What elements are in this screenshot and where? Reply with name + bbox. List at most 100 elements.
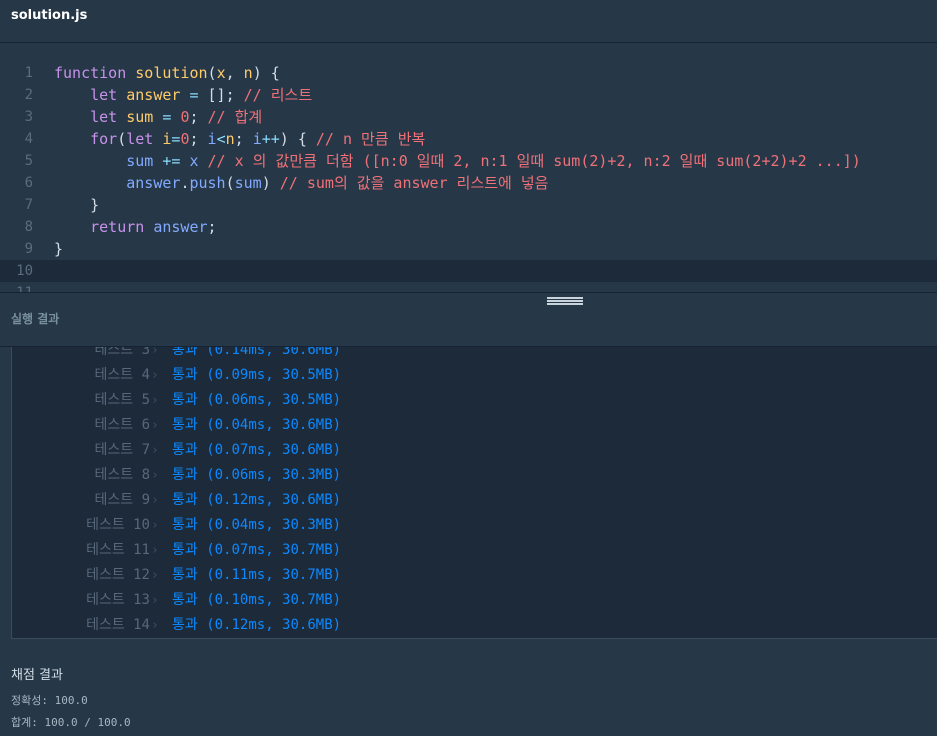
chevron-right-icon: › <box>151 347 159 358</box>
test-result-row[interactable]: 테스트 5 › 통과 (0.06ms, 30.5MB) <box>12 388 932 413</box>
code-token: x <box>189 152 199 170</box>
line-number: 11 <box>0 282 33 292</box>
code-token: i <box>252 130 262 148</box>
code-token: = <box>153 108 181 126</box>
code-token: let <box>90 86 127 104</box>
code-line[interactable]: 4 for(let i=0; i<n; i++) { // n 만큼 반복 <box>0 128 937 150</box>
code-editor[interactable]: 1 function solution(x, n) {2 let answer =… <box>0 43 937 292</box>
code-token: n <box>243 64 253 82</box>
code-text: } <box>54 194 99 216</box>
code-token: n <box>225 130 235 148</box>
total-score: 합계: 100.0 / 100.0 <box>11 716 131 729</box>
test-result-row[interactable]: 테스트 3 › 통과 (0.14ms, 30.6MB) <box>12 347 932 363</box>
chevron-right-icon: › <box>151 493 159 508</box>
file-tab-title[interactable]: solution.js <box>11 8 87 23</box>
test-result-row[interactable]: 테스트 10 › 통과 (0.04ms, 30.3MB) <box>12 513 932 538</box>
code-token: // 리스트 <box>243 86 313 104</box>
code-token: solution <box>135 64 208 82</box>
code-token: x <box>216 64 226 82</box>
panel-resize-handle[interactable] <box>0 292 937 307</box>
code-token: < <box>216 130 226 148</box>
test-result-text: 통과 (0.07ms, 30.6MB) <box>172 442 342 458</box>
chevron-right-icon: › <box>151 618 159 633</box>
code-token: // sum의 값을 answer 리스트에 넣음 <box>279 174 549 192</box>
results-header: 실행 결과 <box>0 306 937 347</box>
code-text: answer.push(sum) // sum의 값을 answer 리스트에 … <box>54 172 548 194</box>
code-line[interactable]: 1 function solution(x, n) { <box>0 62 937 84</box>
test-result-row[interactable]: 테스트 4 › 통과 (0.09ms, 30.5MB) <box>12 363 932 388</box>
code-token: ( <box>117 130 127 148</box>
test-result-row[interactable]: 테스트 7 › 통과 (0.07ms, 30.6MB) <box>12 438 932 463</box>
line-number: 10 <box>16 263 33 279</box>
test-label: 테스트 9 <box>94 492 151 508</box>
test-label: 테스트 3 <box>94 347 151 358</box>
code-token: let <box>90 108 127 126</box>
test-result-row[interactable]: 테스트 11 › 통과 (0.07ms, 30.7MB) <box>12 538 932 563</box>
test-result-row[interactable]: 테스트 14 › 통과 (0.12ms, 30.6MB) <box>12 613 932 638</box>
code-line[interactable]: 3 let sum = 0; // 합계 <box>0 106 937 128</box>
test-label: 테스트 13 <box>86 592 150 608</box>
code-line[interactable]: 7 } <box>0 194 937 216</box>
test-result-row[interactable]: 테스트 8 › 통과 (0.06ms, 30.3MB) <box>12 463 932 488</box>
code-token: // n 만큼 반복 <box>315 130 426 148</box>
test-label: 테스트 12 <box>86 567 150 583</box>
code-token: sum <box>126 152 154 170</box>
code-text: function solution(x, n) { <box>54 62 280 84</box>
code-token: } <box>54 196 100 214</box>
test-result-text: 통과 (0.14ms, 30.6MB) <box>172 347 342 358</box>
chevron-right-icon: › <box>151 568 159 583</box>
test-result-text: 통과 (0.06ms, 30.5MB) <box>172 392 342 408</box>
chevron-right-icon: › <box>151 368 159 383</box>
line-number: 5 <box>24 153 33 169</box>
test-label: 테스트 11 <box>86 542 150 558</box>
code-token: ( <box>207 64 217 82</box>
code-line[interactable]: 9} <box>0 238 937 260</box>
code-token: return <box>90 218 154 236</box>
test-label: 테스트 7 <box>94 442 151 458</box>
test-label: 테스트 6 <box>94 417 151 433</box>
line-number: 4 <box>24 131 33 147</box>
code-line[interactable]: 11 <box>0 282 937 292</box>
code-token: ++ <box>261 130 280 148</box>
line-number: 1 <box>24 65 33 81</box>
test-result-text: 통과 (0.11ms, 30.7MB) <box>172 567 342 583</box>
code-line[interactable]: 5 sum += x // x 의 값만큼 더함 ([n:0 일때 2, n:1… <box>0 150 937 172</box>
chevron-right-icon: › <box>151 543 159 558</box>
code-token: ; <box>207 218 217 236</box>
test-result-row[interactable]: 테스트 12 › 통과 (0.11ms, 30.7MB) <box>12 563 932 588</box>
code-line[interactable]: 10 <box>0 260 937 282</box>
code-text: let answer = []; // 리스트 <box>54 84 312 106</box>
code-line[interactable]: 6 answer.push(sum) // sum의 값을 answer 리스트… <box>0 172 937 194</box>
line-number: 6 <box>24 175 33 191</box>
code-token: } <box>54 240 64 258</box>
line-number: 3 <box>24 109 33 125</box>
test-result-text: 통과 (0.10ms, 30.7MB) <box>172 592 342 608</box>
code-token: i <box>207 130 217 148</box>
resize-grip-icon[interactable] <box>547 297 583 305</box>
line-number: 2 <box>24 87 33 103</box>
test-label: 테스트 14 <box>86 617 150 633</box>
chevron-right-icon: › <box>151 443 159 458</box>
code-line[interactable]: 8 return answer; <box>0 216 937 238</box>
code-token: sum <box>234 174 262 192</box>
code-line[interactable]: 2 let answer = []; // 리스트 <box>0 84 937 106</box>
test-result-row[interactable]: 테스트 9 › 통과 (0.12ms, 30.6MB) <box>12 488 932 513</box>
code-token: function <box>54 64 136 82</box>
code-token: ; <box>234 130 253 148</box>
test-result-row[interactable]: 테스트 6 › 통과 (0.04ms, 30.6MB) <box>12 413 932 438</box>
test-result-text: 통과 (0.12ms, 30.6MB) <box>172 492 342 508</box>
test-result-text: 통과 (0.07ms, 30.7MB) <box>172 542 342 558</box>
code-token: sum <box>126 108 154 126</box>
chevron-right-icon: › <box>151 518 159 533</box>
test-result-row[interactable]: 테스트 13 › 통과 (0.10ms, 30.7MB) <box>12 588 932 613</box>
code-text: return answer; <box>54 216 217 238</box>
results-panel[interactable]: 테스트 3 › 통과 (0.14ms, 30.6MB) 테스트 4 › 통과 (0.09m… <box>11 347 937 639</box>
accuracy-score: 정확성: 100.0 <box>11 694 88 707</box>
code-token: ( <box>225 174 235 192</box>
